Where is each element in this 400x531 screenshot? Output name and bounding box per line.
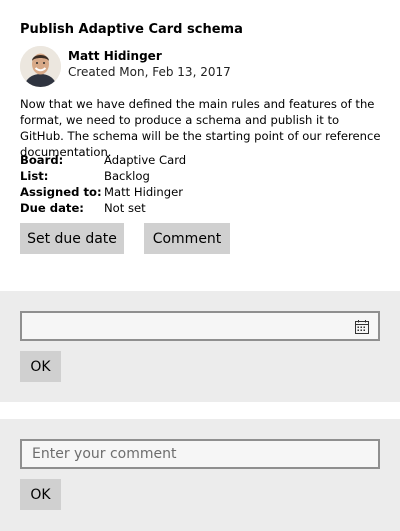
fact-key: Board:	[20, 153, 64, 167]
comment-button[interactable]: Comment	[144, 223, 230, 254]
comment-ok-button[interactable]: OK	[20, 479, 61, 510]
fact-due-date: Due date: Not set	[20, 200, 186, 216]
author-photo-icon	[20, 46, 61, 87]
card-title: Publish Adaptive Card schema	[20, 22, 243, 37]
fact-key: List:	[20, 169, 49, 183]
fact-value: Not set	[104, 201, 146, 215]
card-description: Now that we have defined the main rules …	[20, 97, 381, 159]
due-date-panel: OK	[0, 291, 400, 402]
fact-value: Adaptive Card	[104, 153, 187, 167]
created-date: Created Mon, Feb 13, 2017	[68, 65, 231, 79]
fact-set: Board: Adaptive Card List: Backlog Assig…	[20, 152, 186, 216]
fact-list: List: Backlog	[20, 168, 186, 184]
calendar-icon[interactable]	[354, 319, 370, 335]
comment-input[interactable]	[20, 439, 380, 469]
adaptive-card: Publish Adaptive Card schema Matt Hiding…	[0, 0, 400, 531]
author-name: Matt Hidinger	[68, 49, 162, 63]
fact-assigned-to: Assigned to: Matt Hidinger	[20, 184, 186, 200]
set-due-date-button[interactable]: Set due date	[20, 223, 124, 254]
fact-value: Backlog	[104, 169, 150, 183]
due-date-input[interactable]	[20, 311, 380, 341]
fact-key: Due date:	[20, 201, 84, 215]
fact-board: Board: Adaptive Card	[20, 152, 186, 168]
fact-value: Matt Hidinger	[104, 185, 184, 199]
comment-panel: OK	[0, 419, 400, 531]
due-date-ok-button[interactable]: OK	[20, 351, 61, 382]
fact-key: Assigned to:	[20, 185, 102, 199]
avatar	[20, 46, 61, 87]
